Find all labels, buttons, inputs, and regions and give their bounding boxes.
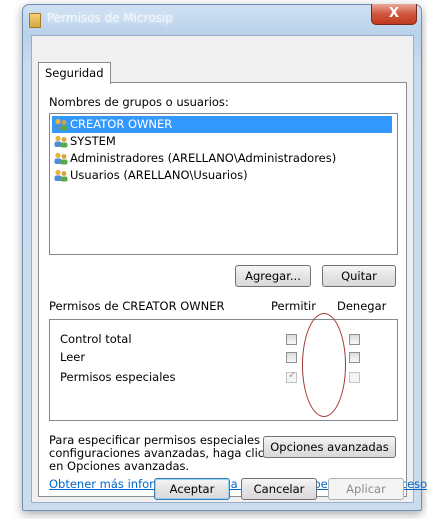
add-button[interactable]: Agregar...	[235, 265, 311, 287]
window-title: Permisos de Microsip	[47, 11, 173, 25]
remove-button[interactable]: Quitar	[322, 265, 396, 287]
cancel-button[interactable]: Cancelar	[241, 478, 317, 500]
list-item-system[interactable]: SYSTEM	[52, 133, 392, 150]
list-item-label: Usuarios (ARELLANO\Usuarios)	[70, 168, 248, 182]
list-item-creator-owner[interactable]: CREATOR OWNER	[52, 116, 392, 133]
permissions-dialog: Permisos de Microsip X Seguridad Nombres…	[22, 4, 427, 511]
users-icon	[54, 118, 68, 131]
deny-checkbox-control-total[interactable]	[349, 334, 360, 345]
dialog-client-area: Seguridad Nombres de grupos o usuarios: …	[31, 35, 427, 503]
special-note-line-2: configuraciones avanzadas, haga clic	[49, 446, 265, 460]
groups-listbox[interactable]: CREATOR OWNER SYSTEM Administradores (AR…	[49, 113, 398, 255]
list-item-label: CREATOR OWNER	[70, 117, 173, 131]
apply-button: Aplicar	[328, 478, 404, 500]
users-icon	[54, 169, 68, 182]
allow-checkbox-permisos-especiales: ✓	[286, 370, 297, 383]
special-note-line-3: en Opciones avanzadas.	[49, 459, 190, 473]
allow-column-header: Permitir	[271, 299, 316, 313]
special-note-line-1: Para especificar permisos especiales o	[49, 433, 271, 447]
advanced-options-button[interactable]: Opciones avanzadas	[263, 436, 396, 458]
users-icon	[54, 135, 68, 148]
list-item-administradores[interactable]: Administradores (ARELLANO\Administradore…	[52, 150, 392, 167]
permission-label-leer: Leer	[60, 350, 86, 364]
groups-label: Nombres de grupos o usuarios:	[49, 95, 229, 109]
permissions-title: Permisos de CREATOR OWNER	[49, 299, 225, 313]
deny-column-header: Denegar	[337, 299, 387, 313]
list-item-label: Administradores (ARELLANO\Administradore…	[70, 151, 337, 165]
list-item-usuarios[interactable]: Usuarios (ARELLANO\Usuarios)	[52, 167, 392, 184]
users-icon	[54, 152, 68, 165]
deny-checkbox-permisos-especiales	[349, 372, 360, 383]
permission-label-control-total: Control total	[60, 332, 132, 346]
deny-checkbox-leer[interactable]	[349, 352, 360, 363]
close-button[interactable]: X	[371, 4, 417, 25]
checkmark-icon: ✓	[288, 370, 297, 381]
allow-checkbox-leer[interactable]	[286, 352, 297, 363]
tab-seguridad[interactable]: Seguridad	[38, 62, 111, 84]
list-item-label: SYSTEM	[70, 134, 116, 148]
allow-checkbox-control-total[interactable]	[286, 334, 297, 345]
security-panel: Nombres de grupos o usuarios: CREATOR OW…	[38, 82, 427, 497]
permission-label-permisos-especiales: Permisos especiales	[60, 370, 176, 384]
title-bar[interactable]: Permisos de Microsip X	[23, 4, 421, 35]
permissions-list: Control total Leer Permisos especiales ✓	[49, 319, 398, 421]
folder-icon	[29, 13, 41, 28]
ok-button[interactable]: Aceptar	[154, 478, 230, 500]
